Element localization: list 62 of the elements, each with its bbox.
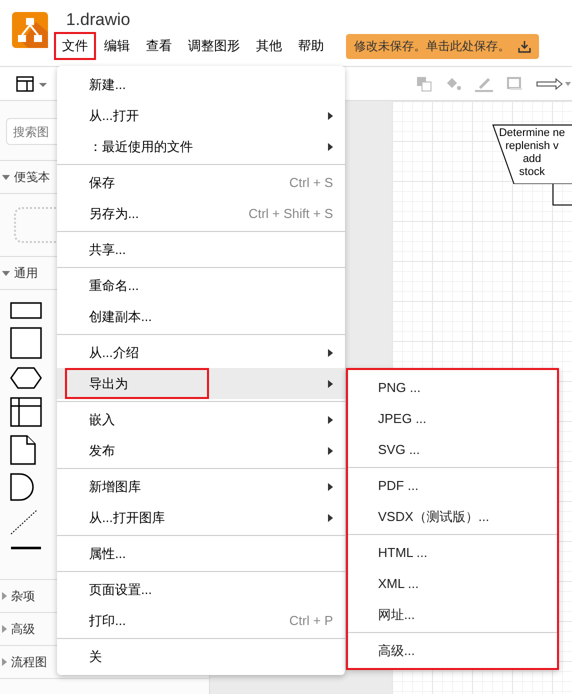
menubar-item[interactable]: 帮助 xyxy=(290,32,332,60)
submenu-arrow-icon xyxy=(328,446,333,454)
connector-line xyxy=(552,184,572,206)
menu-item[interactable]: 从...打开 xyxy=(57,100,345,131)
menubar-item[interactable]: 调整图形 xyxy=(180,32,248,60)
collapse-triangle-icon xyxy=(2,270,10,276)
menu-item[interactable]: 打印... Ctrl + P xyxy=(57,605,345,636)
menu-item[interactable]: 从...打开图库 xyxy=(57,502,345,533)
menu-item[interactable]: 创建副本... xyxy=(57,301,345,332)
menu-item[interactable]: 发布 xyxy=(57,435,345,466)
hexagon-shape-icon[interactable] xyxy=(10,367,42,389)
collapse-triangle-icon xyxy=(2,174,10,180)
menu-item[interactable]: 页面设置... xyxy=(57,574,345,605)
menu-item[interactable]: 共享... xyxy=(57,234,345,265)
submenu-item[interactable]: 高级... xyxy=(348,635,557,666)
connection-arrow-icon[interactable] xyxy=(536,78,572,90)
shape-label: Determine ne replenish v add stock xyxy=(498,127,566,179)
unsaved-notice[interactable]: 修改未保存。单击此处保存。 xyxy=(346,34,539,58)
line-color-icon[interactable] xyxy=(474,76,494,92)
layout-icon[interactable] xyxy=(16,76,48,92)
submenu-item[interactable]: HTML ... xyxy=(348,537,557,568)
menu-item[interactable]: 导出为 xyxy=(57,368,345,399)
submenu-item[interactable]: VSDX（测试版）... xyxy=(348,501,557,532)
submenu-arrow-icon xyxy=(328,416,333,424)
expand-triangle-icon xyxy=(2,658,7,666)
expand-triangle-icon xyxy=(2,592,7,600)
menubar-item[interactable]: 文件 xyxy=(54,32,96,60)
menubar-item[interactable]: 编辑 xyxy=(96,32,138,60)
menu-item[interactable]: 从...介绍 xyxy=(57,337,345,368)
expand-triangle-icon xyxy=(2,625,7,633)
menu-item[interactable]: 新建... xyxy=(57,69,345,100)
submenu-item[interactable]: PDF ... xyxy=(348,470,557,501)
submenu-item[interactable]: PNG ... xyxy=(348,372,557,403)
file-title[interactable]: 1.drawio xyxy=(66,12,539,28)
menu-item[interactable]: 另存为... Ctrl + Shift + S xyxy=(57,198,345,229)
submenu-arrow-icon xyxy=(328,142,333,150)
half-circle-shape-icon[interactable] xyxy=(10,473,36,501)
menubar-item[interactable]: 其他 xyxy=(248,32,290,60)
menu-item[interactable]: 新增图库 xyxy=(57,471,345,502)
app-logo xyxy=(12,12,48,48)
menu-item[interactable]: 保存 Ctrl + S xyxy=(57,167,345,198)
menu-item[interactable]: ：最近使用的文件 xyxy=(57,131,345,162)
rectangle-shape-icon[interactable] xyxy=(10,302,42,319)
menu-item[interactable]: 关 xyxy=(57,641,345,672)
document-shape-icon[interactable] xyxy=(10,435,36,465)
menubar-item[interactable]: 查看 xyxy=(138,32,180,60)
table-shape-icon[interactable] xyxy=(10,397,42,427)
menu-item[interactable]: 嵌入 xyxy=(57,404,345,435)
download-icon xyxy=(518,40,531,52)
submenu-arrow-icon xyxy=(328,348,333,356)
submenu-arrow-icon xyxy=(328,112,333,120)
square-shape-icon[interactable] xyxy=(10,327,42,359)
submenu-arrow-icon xyxy=(328,380,333,388)
submenu-item[interactable]: XML ... xyxy=(348,568,557,599)
submenu-item[interactable]: JPEG ... xyxy=(348,403,557,434)
dotted-line-shape-icon[interactable] xyxy=(10,509,38,535)
submenu-item[interactable]: SVG ... xyxy=(348,434,557,465)
menu-item[interactable]: 重命名... xyxy=(57,270,345,301)
submenu-item[interactable]: 网址... xyxy=(348,599,557,630)
menu-item[interactable]: 属性... xyxy=(57,538,345,569)
submenu-arrow-icon xyxy=(328,514,333,522)
submenu-arrow-icon xyxy=(328,482,333,490)
